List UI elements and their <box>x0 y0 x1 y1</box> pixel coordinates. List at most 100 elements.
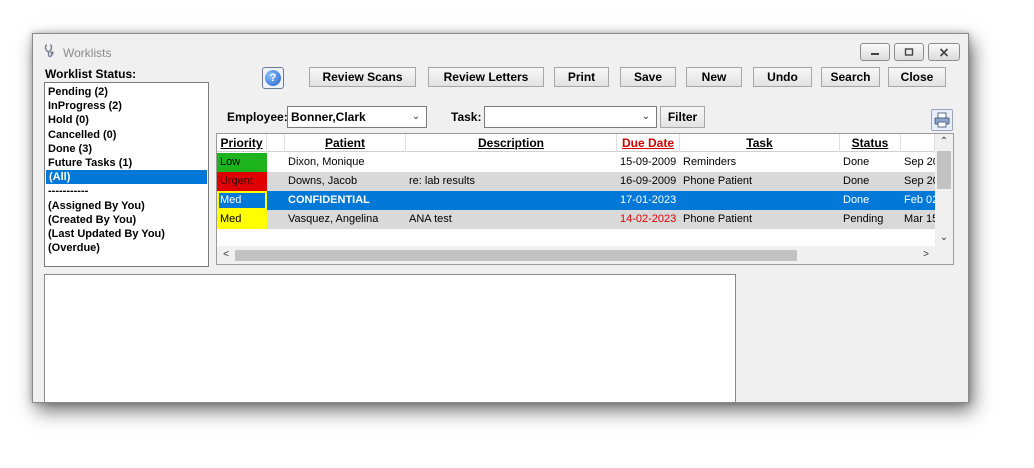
print-button[interactable]: Print <box>554 67 609 87</box>
column-header-status[interactable]: Status <box>840 134 901 152</box>
save-button[interactable]: Save <box>620 67 676 87</box>
horizontal-scroll-thumb[interactable] <box>235 250 797 261</box>
cell-task: Phone Patient <box>683 213 753 225</box>
help-icon: ? <box>265 70 281 86</box>
cell-extra: Feb 02 <box>904 194 935 206</box>
maximize-icon <box>904 48 914 56</box>
scrollbar-corner <box>935 246 953 264</box>
cell-task: Phone Patient <box>683 175 753 187</box>
review-scans-button[interactable]: Review Scans <box>309 67 416 87</box>
window-title: Worklists <box>63 46 112 60</box>
cell-blank <box>267 210 285 229</box>
status-item[interactable]: InProgress (2) <box>45 99 208 113</box>
vertical-scroll-thumb[interactable] <box>937 151 951 189</box>
cell-status: Done <box>843 175 870 187</box>
cell-priority: Med <box>217 191 267 210</box>
cell-extra: Sep 20 <box>904 156 935 168</box>
cell-due-date: 15-09-2009 <box>620 156 677 168</box>
cell-patient: CONFIDENTIAL <box>288 194 370 206</box>
employee-label: Employee: <box>227 110 288 124</box>
cell-description: ANA test <box>409 213 452 225</box>
column-header-description[interactable]: Description <box>406 134 617 152</box>
status-item[interactable]: Future Tasks (1) <box>45 156 208 170</box>
cell-patient: Downs, Jacob <box>288 175 358 187</box>
title-bar[interactable]: Worklists <box>33 34 968 68</box>
task-select[interactable]: ⌄ <box>484 106 657 128</box>
column-header-blank <box>267 134 285 152</box>
employee-select[interactable]: Bonner,Clark ⌄ <box>287 106 427 128</box>
cell-extra: Mar 15 <box>904 213 935 225</box>
new-button[interactable]: New <box>686 67 742 87</box>
worklists-window: Worklists Worklist Status: Pending (2) I… <box>32 33 969 403</box>
close-icon <box>939 47 949 57</box>
status-item-all-selected[interactable]: (All) <box>46 170 207 185</box>
status-item[interactable]: Pending (2) <box>45 85 208 99</box>
help-button[interactable]: ? <box>262 67 284 89</box>
cell-status: Pending <box>843 213 884 225</box>
cell-blank <box>267 172 285 191</box>
status-item[interactable]: Done (3) <box>45 142 208 156</box>
cell-due-date: 17-01-2023 <box>620 194 677 206</box>
status-item[interactable]: (Last Updated By You) <box>45 227 208 241</box>
status-item[interactable]: (Overdue) <box>45 241 208 255</box>
worklist-status-label: Worklist Status: <box>45 67 137 81</box>
cell-priority: Urgent <box>217 172 267 191</box>
vertical-scrollbar[interactable]: ⌃ ⌄ <box>935 134 953 246</box>
cell-blank <box>267 153 285 172</box>
close-button[interactable]: Close <box>888 67 946 87</box>
cell-task <box>680 191 840 210</box>
cell-patient: Vasquez, Angelina <box>288 213 379 225</box>
cell-task: Reminders <box>683 156 737 168</box>
table-row[interactable]: Low Dixon, Monique 15-09-2009 Reminders Done… <box>217 153 935 172</box>
grid-header: Priority Patient Description Due Date Ta… <box>217 134 935 152</box>
cell-extra: Sep 20 <box>904 175 935 187</box>
column-header-task[interactable]: Task <box>680 134 840 152</box>
table-row[interactable]: Med CONFIDENTIAL 17-01-2023 Done Feb 02 <box>217 191 935 210</box>
column-header-patient[interactable]: Patient <box>285 134 406 152</box>
scroll-down-icon[interactable]: ⌄ <box>935 230 953 246</box>
print-preview-button[interactable] <box>931 109 953 131</box>
scroll-left-icon[interactable]: < <box>217 246 235 264</box>
search-button[interactable]: Search <box>821 67 880 87</box>
chevron-down-icon: ⌄ <box>411 111 421 122</box>
status-separator: ----------- <box>48 185 89 198</box>
column-header-due-date[interactable]: Due Date <box>617 134 680 152</box>
worklist-grid[interactable]: Priority Patient Description Due Date Ta… <box>216 133 954 265</box>
cell-priority: Low <box>217 153 267 172</box>
minimize-icon <box>871 53 879 55</box>
status-item[interactable]: (Assigned By You) <box>45 199 208 213</box>
status-item[interactable]: Cancelled (0) <box>45 128 208 142</box>
cell-status: Done <box>843 194 870 206</box>
status-item[interactable]: Hold (0) <box>45 113 208 127</box>
worklist-status-list[interactable]: Pending (2) InProgress (2) Hold (0) Canc… <box>44 82 209 267</box>
cell-status: Done <box>843 156 870 168</box>
employee-select-value: Bonner,Clark <box>291 110 366 124</box>
task-label: Task: <box>451 110 482 124</box>
review-letters-button[interactable]: Review Letters <box>428 67 544 87</box>
horizontal-scrollbar[interactable]: < > <box>217 246 935 264</box>
cell-priority: Med <box>217 210 267 229</box>
cell-description <box>406 191 617 210</box>
scroll-up-icon[interactable]: ⌃ <box>935 134 953 150</box>
table-row[interactable]: Med Vasquez, Angelina ANA test 14-02-2023 Ph… <box>217 210 935 229</box>
column-header-extra <box>901 134 935 152</box>
filter-button[interactable]: Filter <box>660 106 705 128</box>
minimize-button[interactable] <box>860 43 890 61</box>
detail-text-area[interactable] <box>44 274 736 402</box>
undo-button[interactable]: Undo <box>753 67 812 87</box>
maximize-button[interactable] <box>894 43 924 61</box>
printer-icon <box>934 112 950 128</box>
chevron-down-icon: ⌄ <box>641 111 651 122</box>
status-item[interactable]: (Created By You) <box>45 213 208 227</box>
cell-blank <box>267 191 285 210</box>
cell-description <box>406 153 617 172</box>
cell-due-date: 16-09-2009 <box>620 175 677 187</box>
scroll-right-icon[interactable]: > <box>917 246 935 264</box>
cell-description: re: lab results <box>409 175 476 187</box>
table-row[interactable]: Urgent Downs, Jacob re: lab results 16-09-2… <box>217 172 935 191</box>
stethoscope-icon <box>44 44 54 58</box>
column-header-priority[interactable]: Priority <box>217 134 267 152</box>
cell-patient: Dixon, Monique <box>288 156 365 168</box>
cell-due-date: 14-02-2023 <box>620 213 677 225</box>
close-window-button[interactable] <box>928 43 960 61</box>
